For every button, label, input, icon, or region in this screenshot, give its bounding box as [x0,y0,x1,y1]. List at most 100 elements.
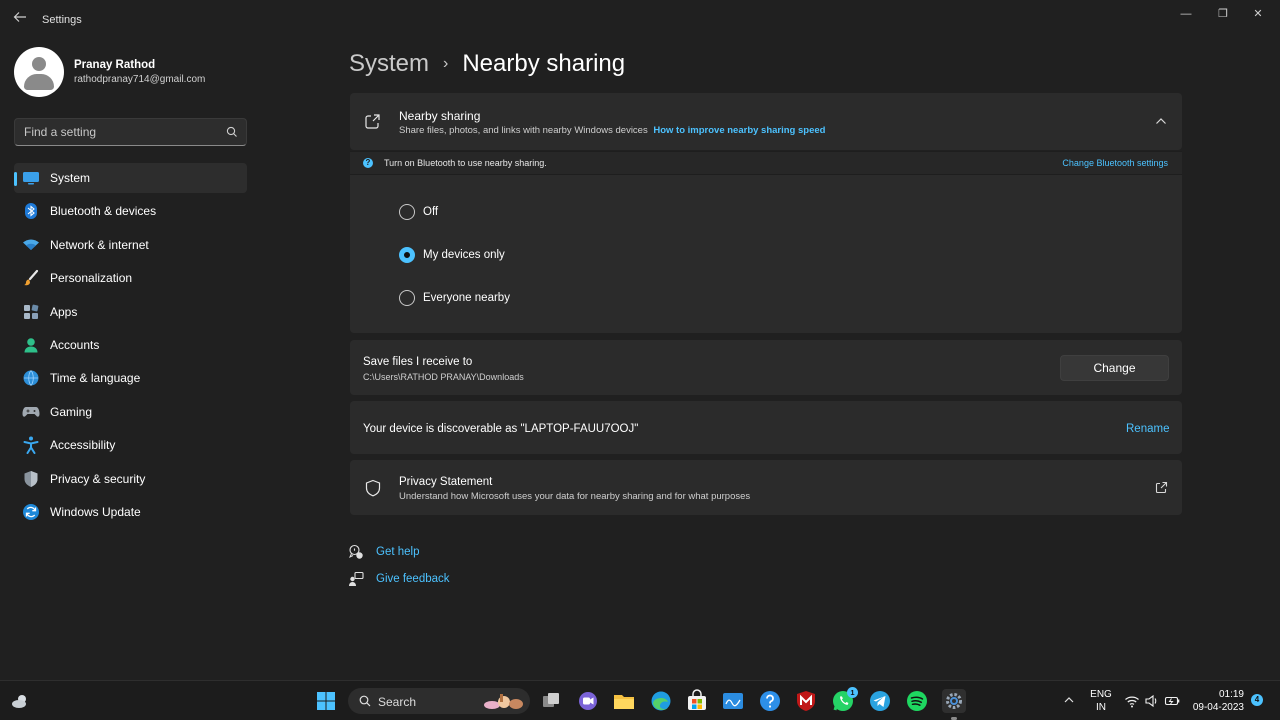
improve-speed-link[interactable]: How to improve nearby sharing speed [653,125,825,136]
nearby-sharing-header-card[interactable]: Nearby sharing Share files, photos, and … [350,93,1182,150]
breadcrumb-parent[interactable]: System [349,50,429,78]
title-bar: Settings — ❐ ✕ [0,0,1280,40]
nav-label: Apps [50,304,78,319]
radio-off[interactable]: Off [399,202,438,222]
radio-label: My devices only [423,249,505,261]
weather-icon[interactable] [10,691,30,711]
nav-label: Time & language [50,371,141,386]
whatsapp-badge: 1 [847,687,858,698]
nav-item-gaming[interactable]: Gaming [14,397,247,427]
teams-chat-icon[interactable] [576,689,600,713]
search-icon [359,695,371,707]
spotify-icon[interactable] [905,689,929,713]
change-bluetooth-settings-link[interactable]: Change Bluetooth settings [1062,158,1168,168]
nearby-sharing-subtitle: Share files, photos, and links with near… [399,125,825,136]
give-feedback-link[interactable]: Give feedback [348,570,450,588]
chevron-up-icon[interactable] [1062,693,1076,707]
taskbar: Search 1 ENG IN 01:19 09-04-2023 4 [0,680,1280,720]
nav-item-system[interactable]: System [14,163,247,193]
radio-circle-checked [399,247,415,263]
app-tile-icon[interactable] [721,689,745,713]
task-view-icon[interactable] [539,689,563,713]
nav-label: Windows Update [50,504,141,519]
wifi-icon[interactable] [1124,693,1140,709]
privacy-statement-card[interactable]: Privacy Statement Understand how Microso… [350,460,1182,515]
person-icon [22,336,40,354]
nav-item-network[interactable]: Network & internet [14,230,247,260]
apps-icon [22,303,40,321]
telegram-icon[interactable] [868,689,892,713]
store-icon[interactable] [685,689,709,713]
restore-button[interactable]: ❐ [1209,6,1237,22]
share-icon [365,114,380,129]
privacy-statement-title: Privacy Statement [399,476,493,488]
volume-icon[interactable] [1144,693,1160,709]
language-indicator[interactable]: ENG IN [1088,688,1114,714]
nav-label: System [50,171,91,185]
globe-clock-icon [22,369,40,387]
search-icon[interactable] [225,125,239,139]
bluetooth-info-text: Turn on Bluetooth to use nearby sharing. [384,158,547,168]
radio-my-devices-only[interactable]: My devices only [399,245,505,265]
help-chat-icon [349,544,363,559]
nav-label: Bluetooth & devices [50,204,157,219]
back-arrow-icon[interactable] [10,10,30,30]
battery-icon[interactable] [1164,693,1180,709]
nearby-sharing-title: Nearby sharing [399,109,481,123]
chevron-up-icon[interactable] [1153,113,1169,129]
radio-circle [399,290,415,306]
nav-item-accounts[interactable]: Accounts [14,330,247,360]
mcafee-icon[interactable] [794,689,818,713]
app-title: Settings [42,14,82,26]
nav-label: Accessibility [50,438,116,453]
clock[interactable]: 01:19 09-04-2023 [1188,688,1244,714]
monitor-icon [22,169,40,187]
radio-circle [399,204,415,220]
shield-outline-icon [365,479,381,497]
bluetooth-icon [22,202,40,220]
nav-item-time-language[interactable]: Time & language [14,363,247,393]
nav-item-privacy-security[interactable]: Privacy & security [14,464,247,494]
file-explorer-icon[interactable] [612,689,636,713]
external-link-icon[interactable] [1155,481,1168,494]
nav-item-windows-update[interactable]: Windows Update [14,497,247,527]
nav-item-bluetooth-devices[interactable]: Bluetooth & devices [14,196,247,226]
nav-label: Accounts [50,337,100,352]
user-email: rathodpranay714@gmail.com [74,74,206,85]
rename-link[interactable]: Rename [1126,423,1169,435]
settings-icon[interactable] [942,689,966,713]
notification-badge[interactable]: 4 [1251,694,1263,706]
sharing-options: Off My devices only Everyone nearby [350,175,1182,333]
brush-icon [22,269,40,287]
avatar[interactable] [14,47,64,97]
close-button[interactable]: ✕ [1244,6,1272,22]
find-setting-input[interactable] [15,119,215,145]
start-icon[interactable] [314,689,338,713]
change-button[interactable]: Change [1060,355,1169,381]
clock-time: 01:19 [1218,689,1244,700]
wifi-icon [22,236,40,254]
discoverable-card: Your device is discoverable as "LAPTOP-F… [350,401,1182,454]
minimize-button[interactable]: — [1172,6,1200,22]
nav-item-personalization[interactable]: Personalization [14,263,247,293]
nav-item-accessibility[interactable]: Accessibility [14,430,247,460]
get-help-label: Get help [376,546,420,558]
feedback-icon [349,571,364,586]
edge-icon[interactable] [649,689,673,713]
radio-everyone-nearby[interactable]: Everyone nearby [399,288,510,308]
taskbar-search-label: Search [378,695,417,709]
nav-label: Privacy & security [50,471,146,486]
avatar-body [24,74,54,90]
taskbar-search[interactable]: Search [348,688,530,714]
shield-icon [22,470,40,488]
get-help-link[interactable]: Get help [348,543,419,561]
save-location-path: C:\Users\RATHOD PRANAY\Downloads [363,372,524,382]
region-code: IN [1096,702,1106,713]
search-highlight-icon [484,694,523,709]
nav-item-apps[interactable]: Apps [14,297,247,327]
privacy-statement-subtitle: Understand how Microsoft uses your data … [399,491,751,502]
bluetooth-info-bar: ? Turn on Bluetooth to use nearby sharin… [350,151,1182,175]
language-code: ENG [1090,689,1112,700]
help-icon[interactable] [758,689,782,713]
breadcrumb-separator-icon: › [443,55,449,72]
